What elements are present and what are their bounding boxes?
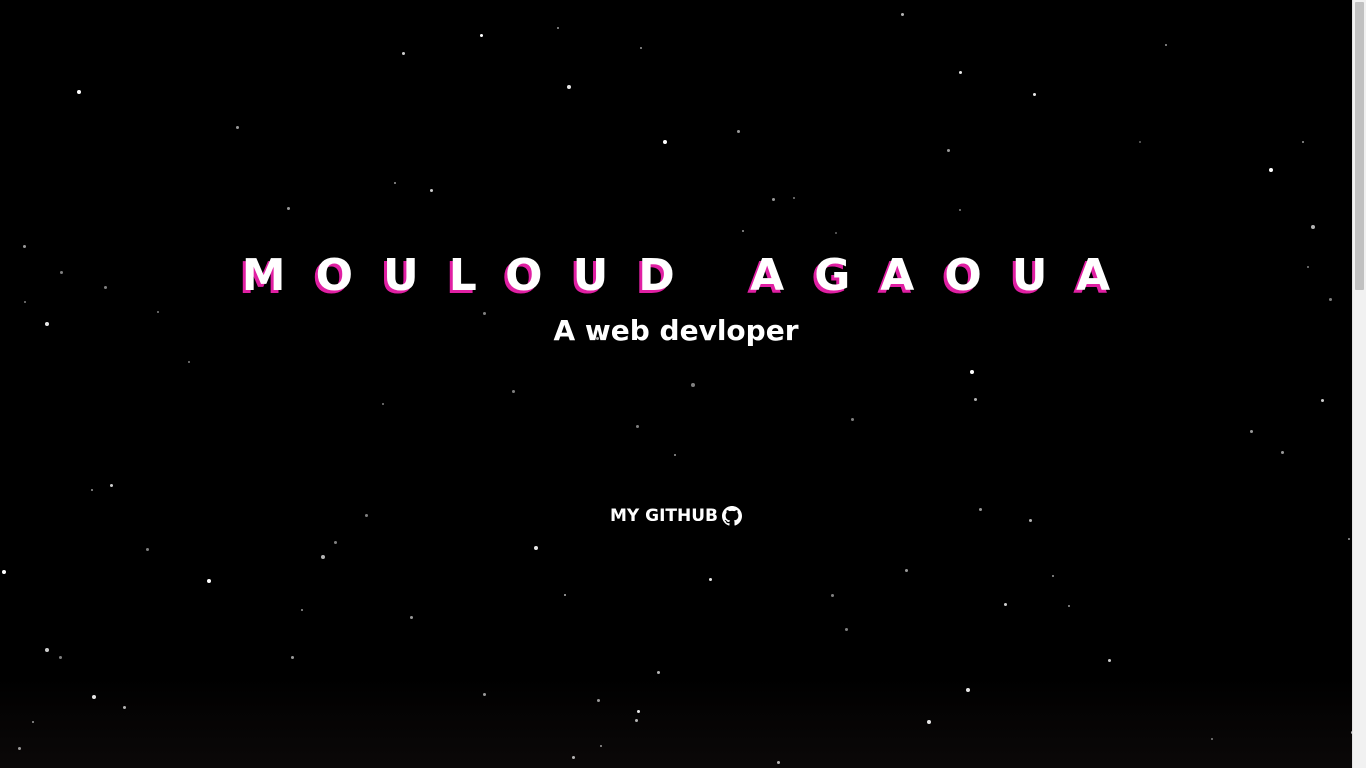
star-dot (321, 555, 325, 559)
star-dot (1139, 141, 1141, 143)
star-dot (1107, 658, 1111, 662)
star-dot (708, 577, 712, 581)
star-dot (900, 12, 904, 16)
star-dot (32, 721, 34, 723)
hero-subtitle: A web devloper (553, 314, 799, 347)
star-dot (656, 670, 660, 674)
github-link-label: MY GITHUB (609, 506, 718, 526)
star-dot (45, 648, 49, 652)
hero-title: MOULOUD AGAOUA (241, 250, 1141, 301)
star-dot (91, 489, 93, 491)
star-dot (286, 206, 290, 210)
star-dot (207, 579, 211, 583)
star-dot (409, 615, 413, 619)
star-dot (600, 745, 602, 747)
star-dot (571, 755, 575, 759)
star-dot (835, 232, 837, 234)
star-dot (1311, 225, 1315, 229)
github-link-container: MY GITHUB (0, 503, 1352, 529)
star-dot (482, 692, 486, 696)
star-dot (640, 47, 642, 49)
star-dot (382, 403, 384, 405)
star-dot (564, 594, 566, 596)
star-dot (1302, 141, 1304, 143)
star-dot (966, 688, 970, 692)
star-dot (2, 570, 6, 574)
star-dot (927, 720, 931, 724)
star-dot (567, 85, 571, 89)
star-dot (1348, 538, 1350, 540)
star-dot (1211, 738, 1213, 740)
star-dot (959, 209, 961, 211)
star-dot (674, 454, 676, 456)
star-dot (333, 540, 337, 544)
star-dot (844, 627, 848, 631)
github-icon (722, 506, 742, 526)
star-dot (122, 705, 126, 709)
starfield-background (0, 0, 1354, 768)
star-dot (663, 140, 667, 144)
star-dot (511, 389, 515, 393)
star-dot (301, 609, 303, 611)
star-dot (1003, 602, 1007, 606)
star-dot (904, 568, 908, 572)
star-dot (1269, 168, 1273, 172)
star-dot (290, 655, 294, 659)
star-dot (401, 51, 405, 55)
star-dot (635, 424, 639, 428)
star-dot (145, 547, 149, 551)
star-dot (1032, 92, 1036, 96)
star-dot (771, 197, 775, 201)
star-dot (1052, 575, 1054, 577)
star-dot (742, 230, 744, 232)
github-link[interactable]: MY GITHUB (610, 503, 742, 529)
star-dot (691, 383, 695, 387)
star-dot (793, 197, 795, 199)
star-dot (973, 397, 977, 401)
star-dot (188, 361, 190, 363)
star-dot (17, 746, 21, 750)
star-dot (596, 698, 600, 702)
star-dot (534, 546, 538, 550)
star-dot (109, 483, 113, 487)
landing-page: MOULOUD AGAOUA A web devloper MY GITHUB (0, 0, 1366, 768)
star-dot (736, 129, 740, 133)
star-dot (634, 718, 638, 722)
scrollbar-thumb[interactable] (1355, 2, 1364, 290)
star-dot (394, 182, 396, 184)
star-dot (1249, 429, 1253, 433)
star-dot (77, 90, 81, 94)
star-dot (636, 709, 640, 713)
star-dot (850, 417, 854, 421)
star-dot (970, 370, 974, 374)
star-dot (92, 695, 96, 699)
star-dot (1280, 450, 1284, 454)
star-dot (830, 593, 834, 597)
star-dot (776, 760, 780, 764)
star-dot (479, 33, 483, 37)
star-dot (58, 655, 62, 659)
star-dot (958, 70, 962, 74)
star-dot (429, 188, 433, 192)
star-dot (946, 148, 950, 152)
star-dot (557, 27, 559, 29)
star-dot (235, 125, 239, 129)
star-dot (1320, 398, 1324, 402)
page-scrollbar[interactable] (1352, 0, 1366, 768)
star-dot (1068, 605, 1070, 607)
star-dot (1165, 44, 1167, 46)
